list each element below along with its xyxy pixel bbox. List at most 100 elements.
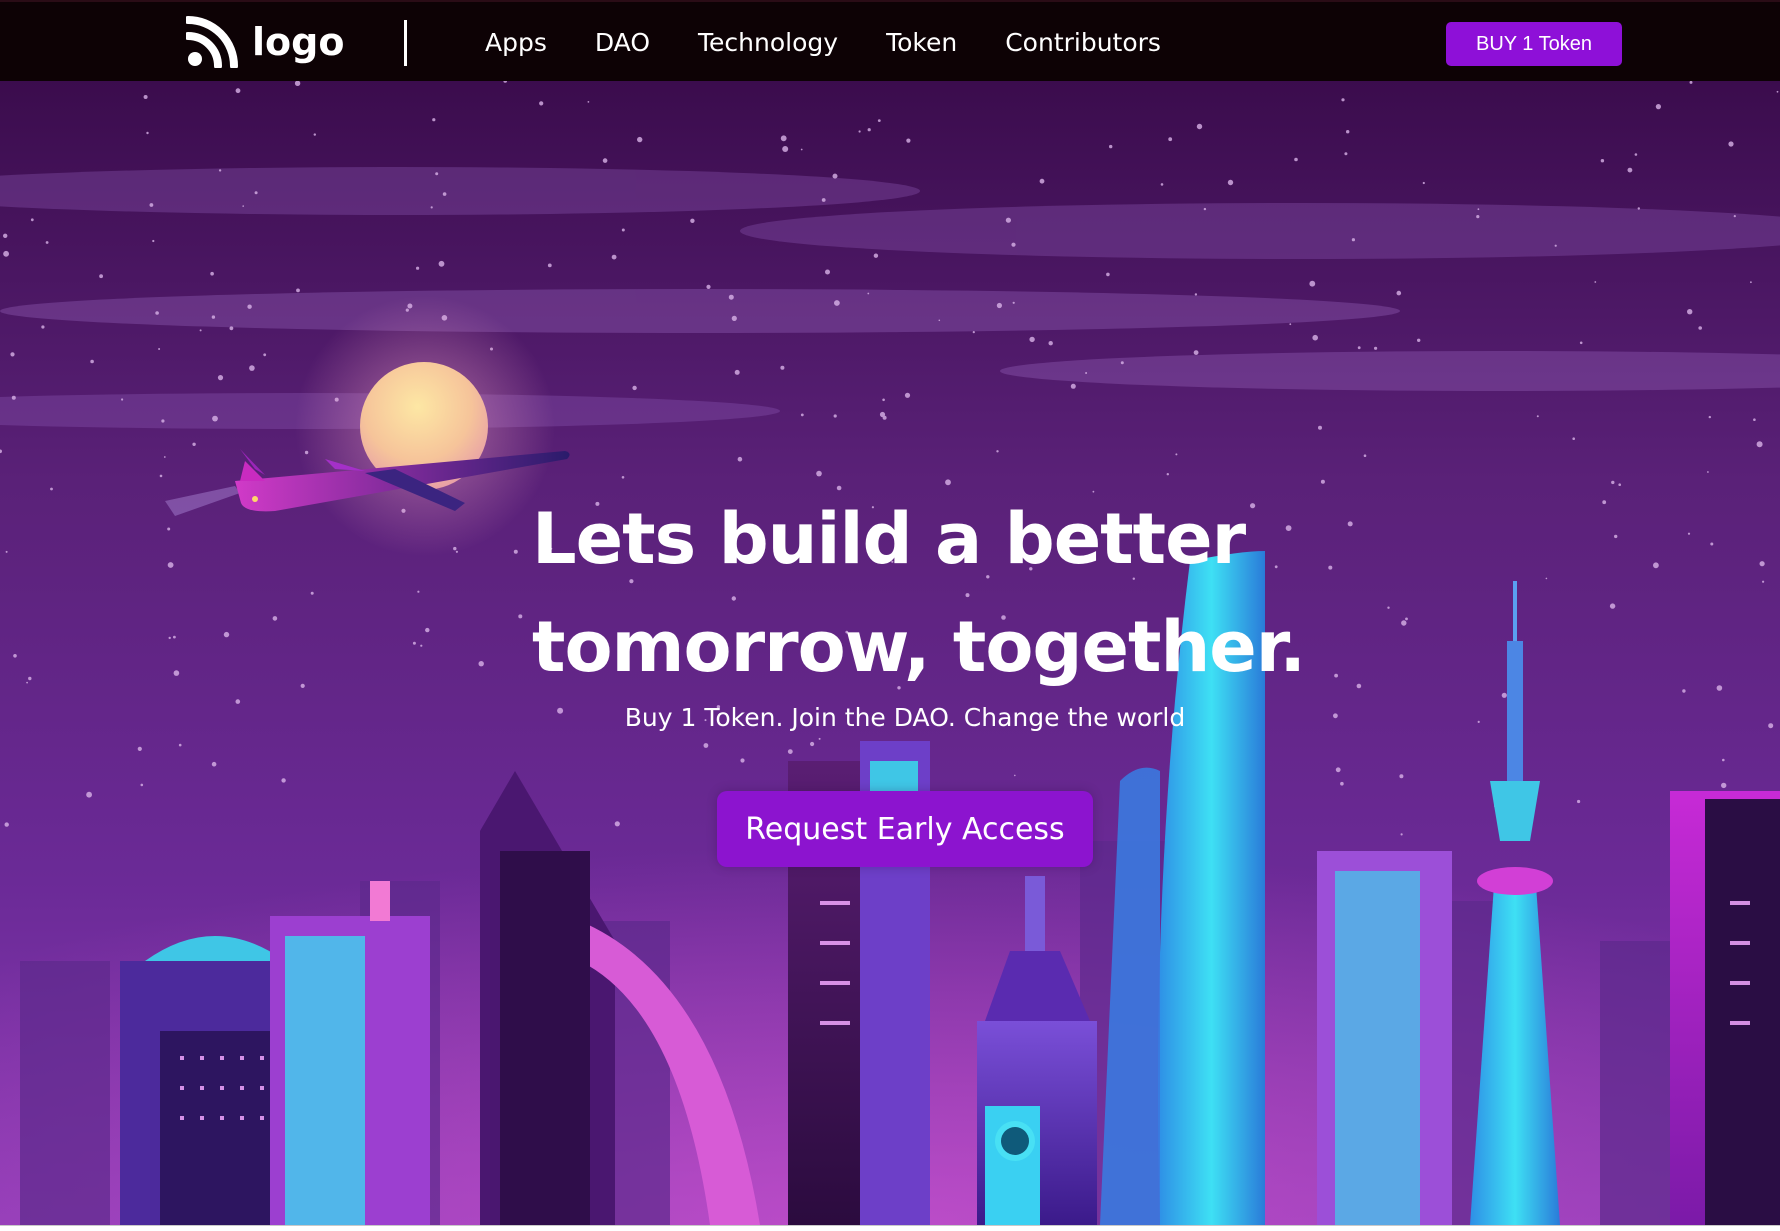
star <box>199 329 202 332</box>
star <box>161 419 165 423</box>
star <box>1196 123 1203 130</box>
star <box>621 228 625 232</box>
star <box>1351 238 1355 242</box>
star <box>513 549 518 554</box>
star <box>1203 207 1207 211</box>
star <box>1289 323 1292 326</box>
star <box>1710 542 1714 546</box>
star <box>547 263 552 268</box>
star <box>30 218 34 222</box>
star <box>728 294 734 300</box>
star <box>882 415 887 420</box>
star <box>146 131 149 135</box>
star <box>1193 350 1199 355</box>
star <box>1048 341 1053 346</box>
star <box>478 661 484 667</box>
star <box>1753 418 1756 422</box>
star <box>1357 346 1361 350</box>
nav-link-token[interactable]: Token <box>886 28 957 57</box>
star <box>821 198 826 202</box>
star <box>1750 281 1752 284</box>
star <box>1085 372 1088 374</box>
star <box>217 375 224 381</box>
star <box>1756 441 1763 448</box>
request-early-access-button[interactable]: Request Early Access <box>717 791 1093 867</box>
star <box>11 395 16 400</box>
star <box>1637 207 1641 210</box>
star <box>1012 301 1015 304</box>
star <box>163 456 166 458</box>
star <box>1776 90 1779 93</box>
star <box>1707 471 1709 473</box>
star <box>996 302 1003 309</box>
star <box>731 315 737 321</box>
star <box>1160 183 1164 186</box>
star <box>832 173 838 179</box>
star <box>1579 341 1583 345</box>
star <box>637 136 643 143</box>
star <box>442 192 447 196</box>
star <box>45 241 49 244</box>
nav-link-dao[interactable]: DAO <box>595 28 650 57</box>
star <box>587 101 590 103</box>
star <box>780 365 785 370</box>
logo-link[interactable]: logo <box>186 16 344 68</box>
star <box>877 119 881 122</box>
star <box>159 474 163 478</box>
star <box>296 288 300 293</box>
star <box>212 415 218 422</box>
star <box>10 352 15 357</box>
star <box>1029 336 1035 343</box>
hero-subtitle: Buy 1 Token. Join the DAO. Change the wo… <box>624 703 1186 732</box>
star <box>1227 179 1234 186</box>
star <box>50 487 53 491</box>
star <box>229 326 234 331</box>
star <box>1572 437 1575 441</box>
star <box>1609 603 1616 609</box>
star <box>5 550 8 553</box>
star <box>263 353 267 357</box>
star <box>1318 425 1322 430</box>
star <box>1341 98 1345 102</box>
star <box>1320 479 1325 484</box>
star <box>242 205 244 207</box>
star <box>1594 281 1597 283</box>
star <box>412 641 416 645</box>
star <box>313 133 316 136</box>
nav-link-technology[interactable]: Technology <box>698 28 838 57</box>
rss-feed-icon <box>186 16 238 68</box>
star <box>904 392 911 398</box>
star <box>1194 293 1198 296</box>
star <box>906 138 911 143</box>
logo-text: logo <box>252 20 345 64</box>
star <box>867 128 871 132</box>
left-tower <box>270 881 430 1225</box>
right-edge-tower <box>1670 791 1780 1225</box>
star <box>1070 383 1076 389</box>
star <box>1602 500 1607 505</box>
star <box>99 274 103 279</box>
star <box>121 398 124 401</box>
star <box>1346 130 1350 134</box>
star <box>734 369 740 375</box>
nav-link-apps[interactable]: Apps <box>485 28 547 57</box>
star <box>13 654 17 658</box>
nav-link-contributors[interactable]: Contributors <box>1005 28 1161 57</box>
star <box>425 627 430 633</box>
star <box>1554 244 1557 247</box>
star <box>254 191 258 195</box>
star <box>611 254 617 260</box>
star <box>1627 167 1633 173</box>
star <box>1614 534 1618 539</box>
star <box>1396 290 1402 296</box>
star <box>1655 104 1661 110</box>
right-mid-building <box>1317 851 1452 1225</box>
star <box>833 414 837 418</box>
star <box>1363 454 1367 458</box>
star <box>1708 415 1712 419</box>
buy-token-button[interactable]: BUY 1 Token <box>1446 22 1622 66</box>
star <box>1109 144 1113 149</box>
star <box>972 331 975 334</box>
star <box>1477 208 1480 211</box>
star <box>168 636 171 640</box>
